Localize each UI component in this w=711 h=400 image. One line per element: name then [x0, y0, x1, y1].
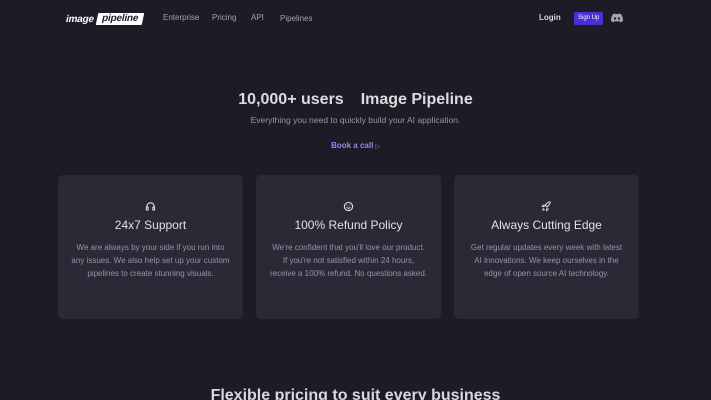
hero-title-users: 10,000+ users	[238, 91, 344, 108]
feature-card-cutting-edge: Always Cutting Edge Get regular updates …	[454, 175, 639, 319]
signup-button[interactable]: Sign Up	[574, 12, 604, 25]
feature-title: 100% Refund Policy	[294, 218, 403, 232]
book-a-call-label: Book a call	[331, 141, 374, 150]
login-link[interactable]: Login	[539, 13, 561, 22]
feature-title: Always Cutting Edge	[491, 218, 602, 232]
nav-link-api[interactable]: API	[251, 13, 264, 22]
logo[interactable]: image pipeline	[63, 13, 145, 25]
smile-icon	[343, 201, 354, 212]
nav-link-pipelines[interactable]: Pipelines	[280, 14, 312, 23]
book-a-call-link[interactable]: Book a call ▷	[0, 141, 711, 150]
nav-link-pricing[interactable]: Pricing	[212, 13, 236, 22]
rocket-icon	[541, 201, 551, 212]
discord-icon[interactable]	[611, 13, 623, 23]
feature-description: Get regular updates every week with late…	[470, 243, 623, 278]
top-navigation: image pipeline Enterprise Pricing API Pi…	[0, 0, 711, 36]
hero-subtitle: Everything you need to quickly build you…	[250, 115, 461, 125]
hero-title: 10,000+ users Image Pipeline	[0, 91, 711, 109]
hero-title-brand: Image Pipeline	[360, 91, 473, 108]
nav-link-enterprise[interactable]: Enterprise	[163, 13, 199, 22]
pricing-heading: Flexible pricing to suit every business	[210, 387, 501, 400]
headset-icon	[145, 202, 156, 211]
logo-text-pipeline: pipeline	[95, 13, 145, 25]
feature-description: We're confident that you'll love our pro…	[270, 243, 427, 278]
logo-text-image: image	[64, 13, 96, 25]
feature-card-refund: 100% Refund Policy We're confident that …	[256, 175, 441, 319]
feature-card-support: 24x7 Support We are always by your side …	[58, 175, 243, 319]
play-arrow-icon: ▷	[375, 144, 380, 150]
feature-title: 24x7 Support	[114, 218, 187, 232]
feature-description: We are always by your side if you run in…	[71, 243, 230, 278]
